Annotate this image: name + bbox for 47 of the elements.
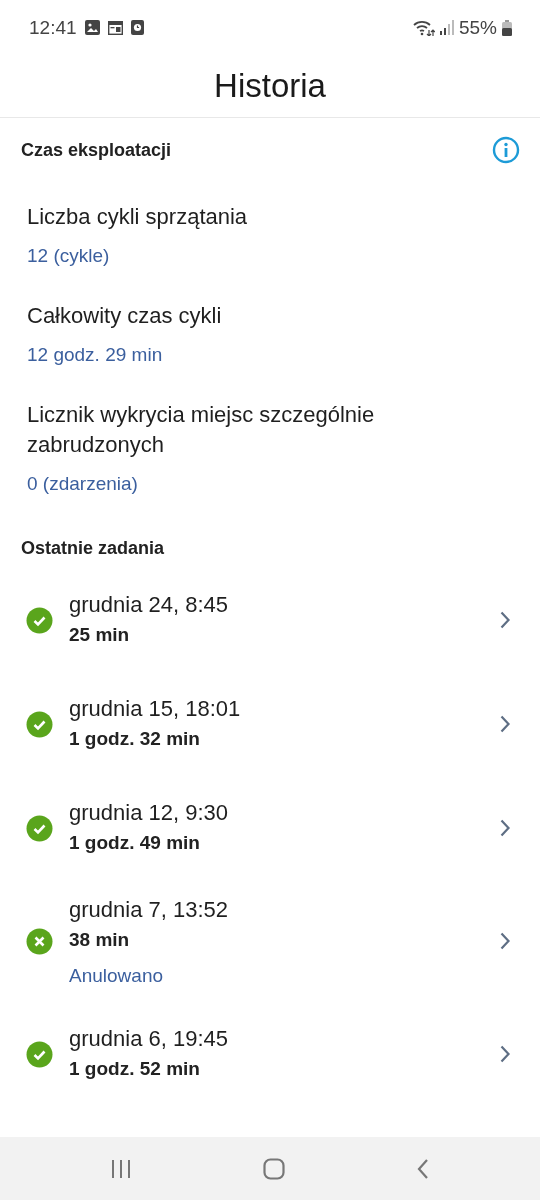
signal-icon (439, 20, 454, 35)
battery-percent: 55% (458, 16, 497, 39)
section-heading: Ostatnie zadania (21, 537, 165, 559)
task-duration: 1 godz. 49 min (69, 831, 201, 855)
stat-label: Licznik wykrycia miejsc szczególnie zabrudzonych (27, 401, 376, 459)
home-icon[interactable] (263, 1157, 285, 1180)
stat-value: 12 (cykle) (27, 245, 111, 267)
page-title: Historia (214, 67, 326, 105)
task-row[interactable]: grudnia 24, 8:45 25 min (0, 573, 540, 677)
task-status: Anulowano (69, 965, 165, 987)
chevron-icon (500, 819, 510, 837)
stat-label: Całkowity czas cykli (27, 302, 223, 330)
chevron-icon (500, 715, 510, 733)
cross-icon (26, 927, 53, 955)
task-date: grudnia 6, 19:45 (69, 1025, 230, 1053)
task-duration: 1 godz. 32 min (69, 727, 201, 751)
check-icon (26, 710, 53, 738)
check-icon (26, 814, 53, 842)
chevron-icon (500, 611, 510, 629)
clock: 12:41 (29, 16, 77, 39)
image-icon (84, 20, 100, 35)
wifi-icon (412, 19, 435, 36)
recent-apps-icon[interactable] (110, 1158, 133, 1179)
back-icon[interactable] (415, 1157, 430, 1180)
task-date: grudnia 12, 9:30 (69, 799, 230, 827)
task-date: grudnia 24, 8:45 (69, 591, 230, 619)
stat-value: 12 godz. 29 min (27, 344, 164, 366)
calendar-icon (107, 20, 123, 35)
task-row[interactable]: grudnia 12, 9:30 1 godz. 49 min (0, 781, 540, 885)
task-date: grudnia 15, 18:01 (69, 695, 242, 723)
task-duration: 38 min (69, 928, 131, 952)
task-row[interactable]: grudnia 15, 18:01 1 godz. 32 min (0, 677, 540, 781)
clock-icon (130, 20, 144, 35)
task-row[interactable]: grudnia 6, 19:45 1 godz. 52 min (0, 1007, 540, 1111)
stat-value: 0 (zdarzenia) (27, 473, 139, 495)
task-row[interactable]: grudnia 7, 13:52 38 min Anulowano (0, 885, 540, 1007)
check-icon (26, 606, 53, 634)
section-heading: Czas eksploatacji (21, 139, 172, 161)
chevron-icon (500, 1045, 510, 1063)
chevron-icon (500, 932, 510, 950)
task-date: grudnia 7, 13:52 (69, 896, 230, 924)
task-duration: 25 min (69, 623, 131, 647)
info-icon[interactable] (492, 136, 520, 164)
task-duration: 1 godz. 52 min (69, 1057, 201, 1081)
check-icon (26, 1040, 53, 1068)
battery-icon (502, 19, 512, 36)
stat-label: Liczba cykli sprzątania (27, 203, 249, 231)
